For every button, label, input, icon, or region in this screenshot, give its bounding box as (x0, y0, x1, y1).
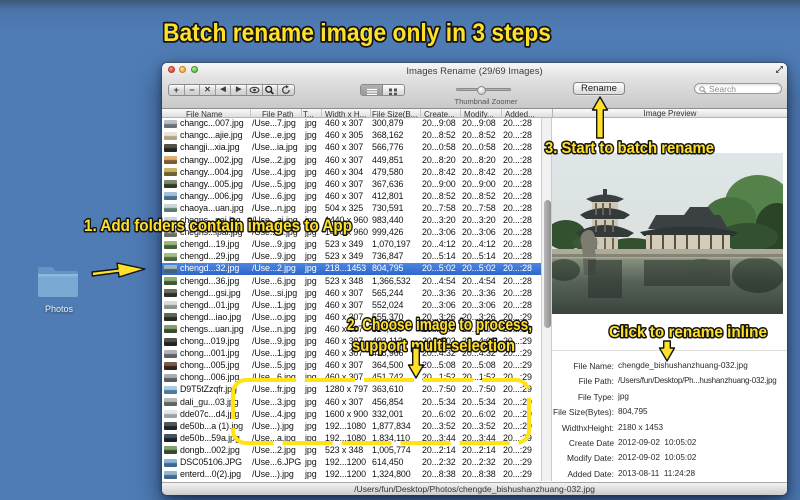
svg-text:Batch rename image only in 3 s: Batch rename image only in 3 steps (163, 19, 551, 47)
